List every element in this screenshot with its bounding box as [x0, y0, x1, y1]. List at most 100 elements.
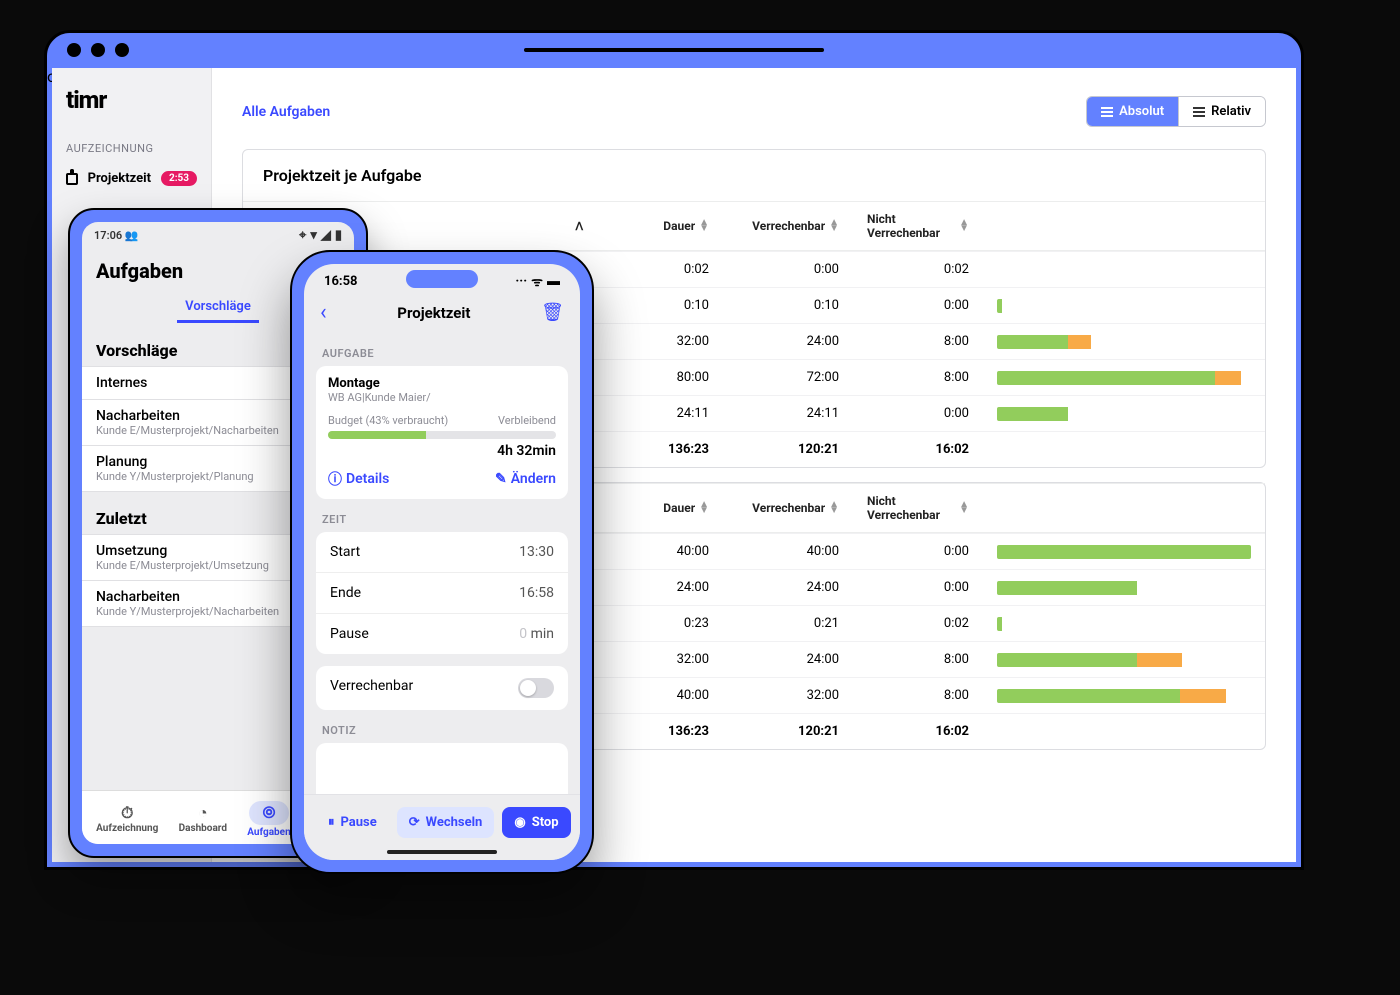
phone-body: AUFGABE Montage WB AG|Kunde Maier/ Budge… — [304, 333, 580, 860]
details-button[interactable]: ⓘ Details — [328, 469, 389, 489]
window-controls[interactable] — [67, 43, 129, 57]
trash-button[interactable]: 🗑 — [541, 302, 564, 323]
stopwatch-icon: ⏱ — [121, 805, 133, 821]
budget-remaining-label: Verbleibend — [498, 414, 556, 427]
stop-icon: ◉ — [514, 815, 525, 830]
row-label: Pause — [330, 626, 369, 642]
cell-dauer: 0:02 — [603, 252, 723, 287]
bar-green — [997, 335, 1068, 349]
header-nicht-verrechenbar[interactable]: Nicht Verrechenbar — [867, 494, 955, 522]
cell-nver: 0:00 — [853, 288, 983, 323]
signal-icon: ◢ — [321, 228, 331, 243]
header-verrechenbar[interactable]: Verrechenbar — [752, 501, 825, 515]
iphone: 16:58 ··· ᯤ ▬ ‹ Projektzeit 🗑 AUFGABE Mo… — [290, 250, 594, 874]
sum-ver: 120:21 — [723, 432, 853, 467]
budget-label: Budget (43% verbraucht) — [328, 414, 448, 427]
sum-dauer: 136:23 — [603, 714, 723, 749]
cell-ver: 24:11 — [723, 396, 853, 431]
cell-dauer: 0:10 — [603, 288, 723, 323]
bar-orange — [1068, 335, 1091, 349]
people-icon: 👥 — [125, 229, 139, 242]
change-button[interactable]: ✎ Ändern — [495, 469, 556, 489]
bar-green — [997, 299, 1002, 313]
cell-nver: 0:00 — [853, 396, 983, 431]
billable-card: Verrechenbar — [316, 666, 568, 710]
cell-nver: 0:02 — [853, 606, 983, 641]
switch-label: Wechseln — [426, 815, 483, 830]
nav-aufgaben[interactable]: ⦾ Aufgaben — [247, 801, 290, 838]
bar-orange — [1215, 371, 1240, 385]
location-icon: ⌖ — [299, 228, 306, 243]
pause-row[interactable]: Pause 0 min — [316, 613, 568, 654]
nav-bar: ‹ Projektzeit 🗑 — [304, 292, 580, 333]
dot-icon — [91, 43, 105, 57]
main-topbar: Alle Aufgaben Absolut Relativ — [242, 96, 1266, 127]
stop-button[interactable]: ◉ Stop — [502, 807, 570, 838]
breadcrumb-link[interactable]: Alle Aufgaben — [242, 104, 330, 120]
sort-icon: ▲▼ — [829, 220, 839, 232]
header-nicht-verrechenbar[interactable]: Nicht Verrechenbar — [867, 212, 955, 240]
tab-vorschlaege[interactable]: Vorschläge — [177, 293, 259, 323]
bar — [997, 407, 1251, 421]
sum-nver: 16:02 — [853, 714, 983, 749]
pause-button[interactable]: ⏸ Pause — [316, 807, 389, 838]
view-relativ-button[interactable]: Relativ — [1178, 97, 1265, 126]
budget-bar — [328, 431, 556, 439]
budget-fill — [328, 431, 426, 439]
section-notiz: NOTIZ — [316, 710, 568, 743]
sort-icon: ▲▼ — [699, 220, 709, 232]
bar — [997, 545, 1251, 559]
bar — [997, 653, 1251, 667]
cell-dauer: 32:00 — [603, 642, 723, 677]
cell-ver: 24:00 — [723, 570, 853, 605]
header-dauer[interactable]: Dauer — [663, 501, 695, 515]
cell-nver: 8:00 — [853, 360, 983, 395]
stop-label: Stop — [532, 815, 559, 830]
switch-button[interactable]: ⟳ Wechseln — [397, 807, 495, 838]
cell-dauer: 80:00 — [603, 360, 723, 395]
start-row[interactable]: Start 13:30 — [316, 532, 568, 572]
header-verrechenbar[interactable]: Verrechenbar — [752, 219, 825, 233]
task-card[interactable]: Montage WB AG|Kunde Maier/ Budget (43% v… — [316, 366, 568, 499]
section-aufgabe: AUFGABE — [316, 333, 568, 366]
pause-label: Pause — [341, 815, 377, 830]
iphone-screen: 16:58 ··· ᯤ ▬ ‹ Projektzeit 🗑 AUFGABE Mo… — [304, 264, 580, 860]
sort-icon: ▲▼ — [699, 502, 709, 514]
wifi-icon: ▾ — [310, 228, 317, 243]
nav-aufzeichnung[interactable]: ⏱ Aufzeichnung — [96, 805, 158, 834]
bar-green — [997, 545, 1251, 559]
time-card: Start 13:30 Ende 16:58 Pause 0 min — [316, 532, 568, 654]
sidebar-item-projektzeit[interactable]: Projektzeit 2:53 — [52, 161, 211, 196]
bar-green — [997, 617, 1002, 631]
billable-toggle[interactable] — [518, 678, 554, 698]
details-label: Details — [346, 471, 389, 487]
wifi-icon: ᯤ — [531, 272, 543, 290]
header-dauer[interactable]: Dauer — [663, 219, 695, 233]
sitemap-icon: ⦾ — [249, 801, 290, 825]
end-row[interactable]: Ende 16:58 — [316, 572, 568, 613]
cell-nver: 0:00 — [853, 534, 983, 569]
caret-up-icon[interactable]: ᐱ — [575, 220, 583, 233]
bar — [997, 371, 1251, 385]
row-label: Ende — [330, 585, 361, 601]
back-button[interactable]: ‹ — [320, 300, 327, 325]
browser-chrome — [47, 33, 1301, 67]
info-icon: ⓘ — [328, 469, 342, 489]
cell-ver: 40:00 — [723, 534, 853, 569]
billable-row[interactable]: Verrechenbar — [316, 666, 568, 710]
cell-dauer: 40:00 — [603, 534, 723, 569]
view-absolut-button[interactable]: Absolut — [1087, 97, 1178, 126]
table-header: ᐱ Dauer ▲▼ Verrechenbar ▲▼ Nicht Verrechen… — [243, 201, 1265, 251]
nav-dashboard[interactable]: ◔ Dashboard — [179, 805, 227, 834]
nav-label: Aufzeichnung — [96, 823, 158, 834]
panel-title: Projektzeit je Aufgabe — [243, 150, 1265, 201]
bar-orange — [1137, 653, 1183, 667]
bar-green — [997, 371, 1215, 385]
task-path: WB AG|Kunde Maier/ — [328, 391, 556, 404]
row-value: 13:30 — [519, 544, 554, 560]
sum-dauer: 136:23 — [603, 432, 723, 467]
section-zeit: ZEIT — [316, 499, 568, 532]
row-label: Start — [330, 544, 360, 560]
cell-nver: 0:00 — [853, 570, 983, 605]
cell-nver: 0:02 — [853, 252, 983, 287]
